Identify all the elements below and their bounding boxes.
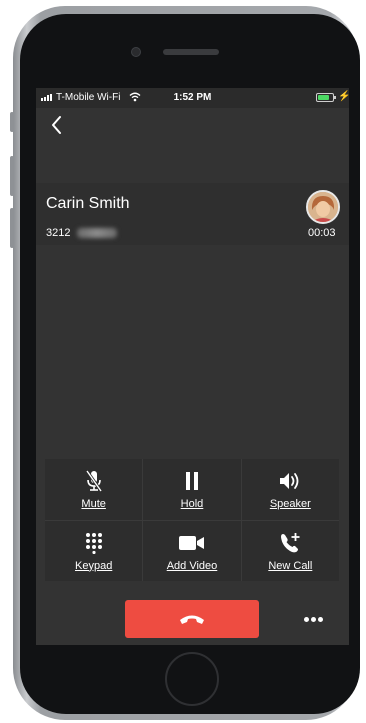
caller-name: Carin Smith: [46, 195, 130, 212]
keypad-button[interactable]: Keypad: [45, 520, 143, 581]
end-call-button[interactable]: [125, 600, 259, 638]
battery-icon: [316, 93, 336, 102]
speaker-icon: [278, 469, 302, 493]
speaker-button[interactable]: Speaker: [241, 459, 339, 520]
mute-button[interactable]: Mute: [45, 459, 143, 520]
caller-number: 3212: [46, 227, 71, 239]
status-bar: T-Mobile Wi-Fi 1:52 PM ⚡: [36, 88, 349, 108]
hold-button[interactable]: Hold: [143, 459, 241, 520]
more-dot: [317, 616, 323, 622]
hang-up-icon: [180, 615, 204, 624]
silent-switch: [10, 112, 14, 132]
earpiece-speaker: [163, 49, 219, 55]
home-button[interactable]: [165, 652, 219, 706]
add-video-label: Add Video: [166, 559, 218, 572]
keypad-icon: [84, 531, 104, 555]
volume-down-button: [10, 208, 14, 248]
status-time: 1:52 PM: [173, 92, 212, 103]
back-button[interactable]: [44, 112, 70, 138]
speaker-label: Speaker: [269, 498, 311, 510]
front-camera: [131, 47, 141, 57]
more-dot: [303, 616, 309, 622]
new-call-button[interactable]: New Call: [241, 520, 339, 581]
call-screen: T-Mobile Wi-Fi 1:52 PM ⚡ Carin Smith 321…: [36, 88, 349, 645]
chevron-left-icon: [52, 116, 61, 134]
charging-icon: ⚡: [338, 91, 349, 102]
hold-label: Hold: [180, 498, 204, 510]
new-call-label: New Call: [268, 559, 313, 572]
mute-label: Mute: [81, 498, 106, 510]
video-camera-icon: [178, 531, 206, 555]
redacted-number: [77, 228, 117, 238]
caller-info: Carin Smith 3212 00:03: [36, 183, 349, 245]
avatar: [306, 190, 340, 224]
call-duration: 00:03: [308, 227, 336, 239]
pause-icon: [184, 469, 200, 493]
call-controls: Mute Hold Speaker Keypad Add Video New C…: [45, 459, 339, 581]
more-options-button[interactable]: [300, 609, 326, 629]
more-dot: [310, 616, 316, 622]
mic-muted-icon: [84, 469, 104, 493]
keypad-label: Keypad: [75, 559, 113, 572]
add-video-button[interactable]: Add Video: [143, 520, 241, 581]
volume-up-button: [10, 156, 14, 196]
phone-add-icon: [278, 531, 302, 555]
